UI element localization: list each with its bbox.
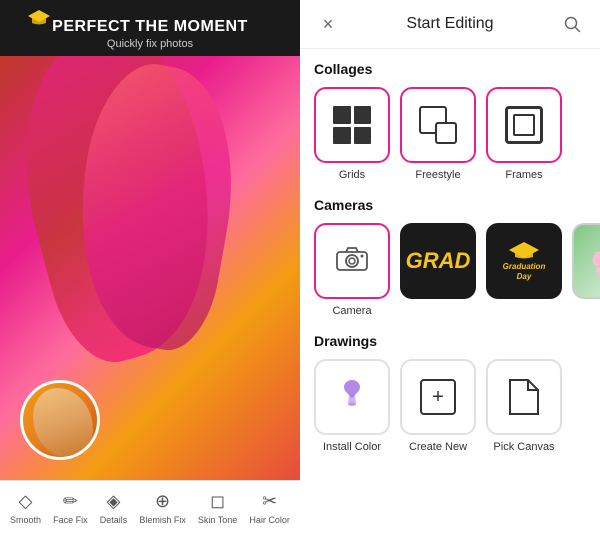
pick-canvas-item[interactable]: Pick Canvas [486,359,562,453]
blemish-fix-icon: ⊕ [155,491,170,512]
frames-item[interactable]: Frames [486,87,562,181]
graduation-item[interactable]: GraduationDay [486,223,562,317]
right-panel: × Start Editing Collages [300,0,600,533]
camera-label: Camera [332,305,371,317]
bottom-toolbar: ◇ Smooth ✏ Face Fix ◈ Details ⊕ Blemish … [0,480,300,533]
face-fix-icon: ✏ [63,491,78,512]
collages-row: Grids Freestyle [314,87,586,181]
install-color-icon [334,376,370,419]
smooth-label: Smooth [10,515,41,525]
tool-details[interactable]: ◈ Details [96,489,132,527]
app-title: PERFECT THE MOMENT [10,18,290,36]
tool-blemish-fix[interactable]: ⊕ Blemish Fix [135,489,190,527]
floral-icon: 🌸 [590,242,600,280]
camera-item[interactable]: Camera [314,223,390,317]
close-button[interactable]: × [314,10,342,38]
drawings-section: Drawings Install Color [314,333,586,453]
grad-item[interactable]: GRAD [400,223,476,317]
skin-tone-icon: ◻ [210,491,225,512]
grids-label: Grids [339,169,365,181]
pick-canvas-label: Pick Canvas [493,441,554,453]
frames-icon [505,106,543,144]
cameras-title: Cameras [314,197,586,213]
graduation-icon-box: GraduationDay [486,223,562,299]
install-color-icon-box [314,359,390,435]
cameras-row: Camera GRAD [314,223,586,317]
panel-title: Start Editing [342,15,558,33]
tool-hair-color[interactable]: ✂ Hair Color [245,489,294,527]
right-content: Collages Grids [300,49,600,481]
right-header: × Start Editing [300,0,600,49]
pick-canvas-icon [508,378,540,416]
create-new-label: Create New [409,441,467,453]
hair-color-icon: ✂ [262,491,277,512]
floral-icon-box: 🌸 [572,223,600,299]
left-panel: PERFECT THE MOMENT Quickly fix photos ◇ … [0,0,300,533]
install-color-label: Install Color [323,441,381,453]
install-color-item[interactable]: Install Color [314,359,390,453]
freestyle-icon [419,106,457,144]
frames-icon-box [486,87,562,163]
details-label: Details [100,515,128,525]
graduation-day-text: GraduationDay [503,262,546,281]
face-fix-label: Face Fix [53,515,88,525]
create-new-icon: + [420,379,456,415]
grids-icon-box [314,87,390,163]
left-header: PERFECT THE MOMENT Quickly fix photos [0,0,300,56]
camera-icon-box [314,223,390,299]
drawings-row: Install Color + Create New Pic [314,359,586,453]
freestyle-icon-box [400,87,476,163]
skin-tone-label: Skin Tone [198,515,237,525]
floral-item[interactable]: 🌸 [572,223,600,317]
details-icon: ◈ [107,491,121,512]
grids-item[interactable]: Grids [314,87,390,181]
grids-icon [333,106,371,144]
create-new-icon-box: + [400,359,476,435]
smooth-icon: ◇ [19,491,33,512]
search-button[interactable] [558,10,586,38]
hair-color-label: Hair Color [249,515,290,525]
blemish-fix-label: Blemish Fix [139,515,186,525]
collages-title: Collages [314,61,586,77]
frames-label: Frames [505,169,542,181]
collages-section: Collages Grids [314,61,586,181]
search-icon [564,16,581,33]
create-new-item[interactable]: + Create New [400,359,476,453]
freestyle-item[interactable]: Freestyle [400,87,476,181]
cameras-section: Cameras Ca [314,197,586,317]
camera-icon [335,244,369,279]
graduation-hat-icon [509,240,539,260]
grad-text: GRAD [406,248,471,274]
drawings-title: Drawings [314,333,586,349]
tool-skin-tone[interactable]: ◻ Skin Tone [194,489,241,527]
tool-smooth[interactable]: ◇ Smooth [6,489,45,527]
freestyle-label: Freestyle [415,169,460,181]
grad-icon-box: GRAD [400,223,476,299]
circle-thumbnail [20,380,100,460]
tool-face-fix[interactable]: ✏ Face Fix [49,489,92,527]
photo-area [0,56,300,480]
app-subtitle: Quickly fix photos [10,38,290,50]
pick-canvas-icon-box [486,359,562,435]
